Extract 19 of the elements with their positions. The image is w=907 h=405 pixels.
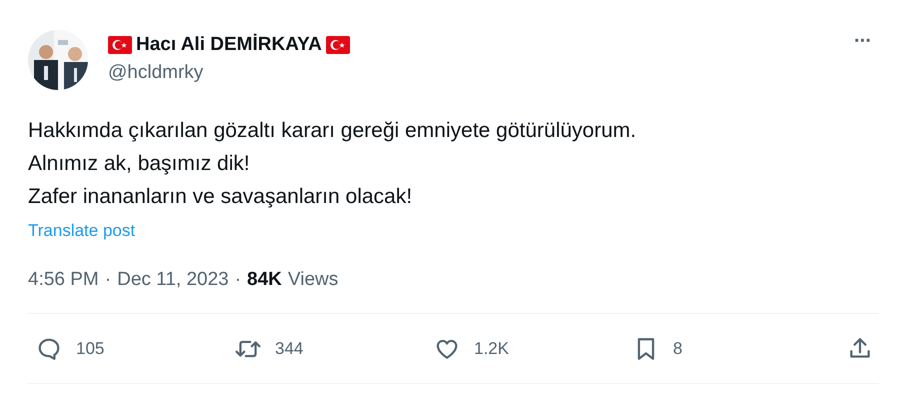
post-meta: Dec 11, 2023 xyxy=(117,269,229,291)
post-text: Zafer inananların ve savaşanların olacak! xyxy=(28,184,414,210)
post-meta: 84K xyxy=(247,269,282,291)
post-meta: · xyxy=(234,269,242,291)
post-meta: 4:56 PM xyxy=(28,269,99,291)
post-text: Alnımız ak, başımız dik! xyxy=(28,151,251,177)
flag-icon xyxy=(108,36,132,54)
like-button[interactable]: 1.2K xyxy=(426,336,625,362)
post-meta: Views xyxy=(288,269,338,291)
bookmark-button[interactable]: 8 xyxy=(625,336,824,362)
repost-button[interactable]: 344 xyxy=(227,336,426,362)
post-text: Hakkımda çıkarılan gözaltı kararı gereği emniyete götürülüyorum. xyxy=(28,118,638,144)
reply-button[interactable]: 105 xyxy=(28,336,227,362)
post-meta: · xyxy=(104,269,112,291)
author-name[interactable]: Hacı Ali DEMİRKAYA xyxy=(136,34,322,56)
speech-bubble-icon xyxy=(36,336,62,362)
author-handle[interactable]: @hcldmrky xyxy=(108,62,350,84)
more-button[interactable]: ··· xyxy=(854,30,871,53)
flag-icon xyxy=(326,36,350,54)
